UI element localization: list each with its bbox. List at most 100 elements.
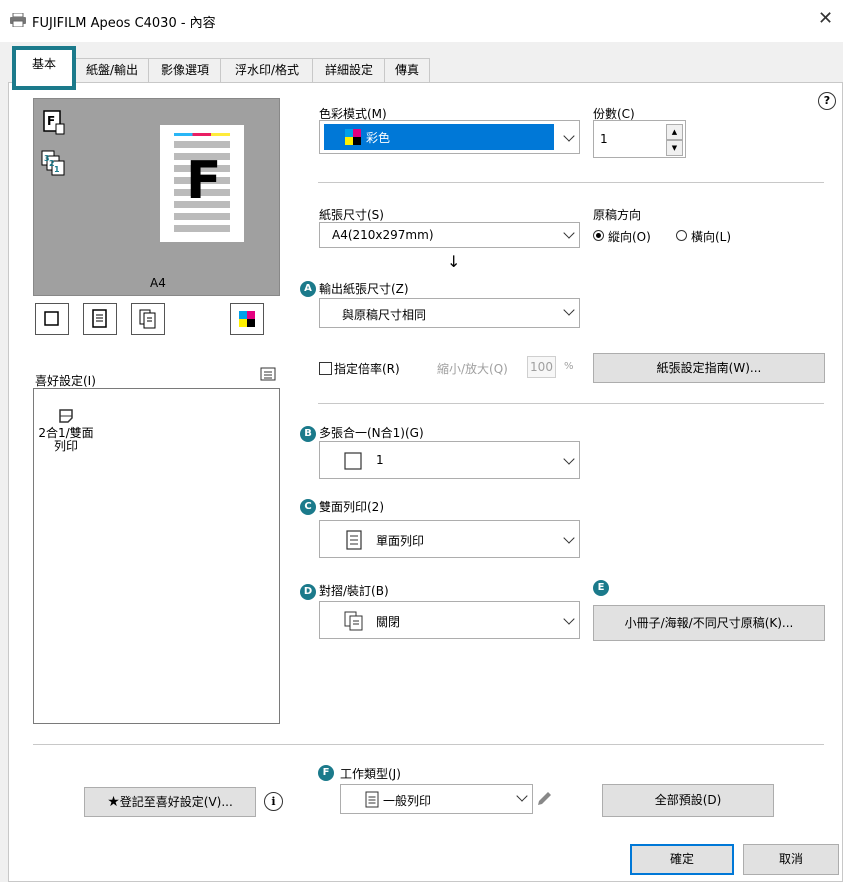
document-lines-icon: [346, 530, 362, 550]
finishing-preview-button[interactable]: [131, 303, 165, 335]
chevron-down-icon: [516, 790, 528, 802]
favorites-label: 喜好設定(I): [35, 374, 96, 388]
svg-text:1: 1: [54, 165, 60, 174]
paper-guide-button[interactable]: 紙張設定指南(W)...: [593, 353, 825, 383]
chevron-down-icon: [563, 613, 575, 625]
cancel-button[interactable]: 取消: [743, 844, 839, 875]
svg-text:F: F: [47, 114, 55, 128]
tab-label: 浮水印/格式: [234, 63, 300, 77]
tab-fax[interactable]: 傳真: [384, 58, 430, 83]
output-size-label: 輸出紙張尺寸(Z): [319, 282, 409, 296]
tab-watermark-format[interactable]: 浮水印/格式: [220, 58, 314, 83]
preview-paper-label: A4: [150, 276, 166, 290]
job-type-select[interactable]: 一般列印: [340, 784, 533, 814]
duplex-preview-button[interactable]: [83, 303, 117, 335]
output-size-value: 與原稿尺寸相同: [342, 308, 427, 322]
zoom-input[interactable]: 100: [527, 356, 556, 378]
finishing-select[interactable]: 關閉: [319, 601, 580, 639]
badge-a: A: [300, 281, 316, 297]
close-icon[interactable]: ✕: [818, 8, 833, 29]
badge-c: C: [300, 499, 316, 515]
paper-size-select[interactable]: A4(210x297mm): [319, 222, 580, 248]
divider: [33, 744, 824, 745]
register-favorite-label: 登記至喜好設定(V)...: [119, 795, 233, 809]
copies-up-button[interactable]: ▲: [666, 124, 683, 140]
nup-preview-button[interactable]: [35, 303, 69, 335]
chevron-down-icon: [563, 227, 575, 239]
chevron-down-icon: [563, 532, 575, 544]
single-page-icon: [344, 452, 362, 470]
down-arrow-icon: ↓: [447, 252, 461, 271]
output-size-select[interactable]: 與原稿尺寸相同: [319, 298, 580, 328]
paper-size-value: A4(210x297mm): [332, 228, 434, 242]
booklet-poster-button[interactable]: 小冊子/海報/不同尺寸原稿(K)...: [593, 605, 825, 641]
copies-value: 1: [600, 132, 608, 146]
nup-label: 多張合一(N合1)(G): [319, 426, 424, 440]
orientation-label: 原稿方向: [593, 208, 642, 222]
original-orientation-icon: F: [43, 110, 65, 135]
color-preview-button[interactable]: [230, 303, 264, 335]
duplex-select[interactable]: 單面列印: [319, 520, 580, 558]
copies-spinner[interactable]: 1 ▲ ▼: [593, 120, 686, 158]
badge-e: E: [593, 580, 609, 596]
job-type-label: 工作類型(J): [340, 767, 401, 781]
favorite-item-line2: 列印: [53, 439, 78, 453]
portrait-radio[interactable]: [593, 230, 604, 241]
duplex-label: 雙面列印(2): [319, 500, 384, 514]
paper-size-label: 紙張尺寸(S): [319, 208, 384, 222]
divider: [318, 182, 824, 183]
nup-value: 1: [376, 453, 384, 467]
text-line: [174, 213, 230, 220]
document-lines-icon: [365, 791, 379, 808]
ok-button[interactable]: 確定: [630, 844, 734, 875]
title-bar: FUJIFILM Apeos C4030 - 內容 ✕: [0, 0, 843, 42]
duplex-value: 單面列印: [376, 534, 425, 548]
divider: [318, 403, 824, 404]
info-icon[interactable]: i: [264, 792, 283, 811]
tab-image-options[interactable]: 影像選項: [148, 58, 222, 83]
tab-basic[interactable]: 基本: [12, 46, 76, 90]
finishing-value: 關閉: [376, 615, 401, 629]
favorites-list-icon[interactable]: [260, 367, 276, 381]
color-strip: [174, 133, 230, 136]
help-icon[interactable]: ?: [818, 92, 836, 110]
preview-letter: F: [186, 151, 222, 211]
landscape-label: 橫向(L): [691, 230, 732, 244]
pencil-icon[interactable]: [536, 791, 552, 807]
tab-advanced[interactable]: 詳細設定: [312, 58, 386, 83]
nup-select[interactable]: 1: [319, 441, 580, 479]
register-favorite-button[interactable]: ★登記至喜好設定(V)...: [84, 787, 256, 817]
chevron-down-icon: [563, 453, 575, 465]
tab-label: 影像選項: [160, 63, 209, 77]
reset-defaults-button[interactable]: 全部預設(D): [602, 784, 774, 817]
printer-icon: [10, 13, 26, 27]
scale-checkbox[interactable]: [319, 362, 332, 375]
text-line: [174, 225, 230, 232]
portrait-label: 縱向(O): [608, 230, 651, 244]
tab-tray-output[interactable]: 紙盤/輸出: [74, 58, 150, 83]
badge-f: F: [318, 765, 334, 781]
favorite-document-icon: [59, 409, 73, 423]
color-mode-value: 彩色: [366, 131, 391, 145]
chevron-down-icon: [563, 304, 575, 316]
tab-label: 基本: [31, 57, 56, 71]
color-mode-select[interactable]: 彩色: [319, 120, 580, 154]
collate-icon: 3 2 1: [41, 150, 65, 176]
color-squares-icon: [345, 129, 361, 145]
favorite-item[interactable]: 2合1/雙面 列印: [34, 408, 98, 453]
badge-d: D: [300, 584, 316, 600]
zoom-label: 縮小/放大(Q): [437, 362, 508, 376]
copies-down-button[interactable]: ▼: [666, 140, 683, 156]
text-line: [174, 141, 230, 148]
tab-label: 詳細設定: [324, 63, 373, 77]
preview-page: F: [160, 125, 244, 242]
color-squares-icon: [239, 311, 255, 327]
tab-label: 傳真: [394, 63, 419, 77]
stacked-pages-icon: [344, 611, 363, 631]
landscape-radio[interactable]: [676, 230, 687, 241]
job-type-value: 一般列印: [383, 794, 432, 808]
finishing-label: 對摺/裝訂(B): [319, 584, 389, 598]
tab-label: 紙盤/輸出: [85, 63, 139, 77]
zoom-unit: %: [564, 361, 574, 372]
window-title: FUJIFILM Apeos C4030 - 內容: [32, 16, 216, 31]
